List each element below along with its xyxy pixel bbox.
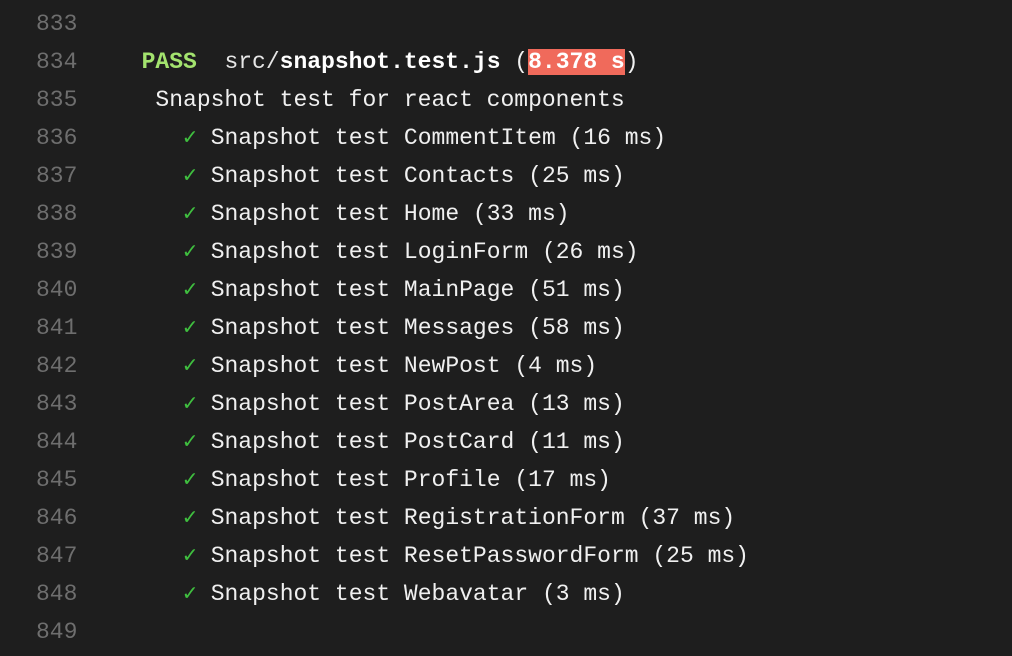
line-number: 847 — [36, 543, 78, 569]
test-result-text: Snapshot test Contacts (25 ms) — [210, 163, 625, 189]
open-paren: ( — [500, 49, 529, 75]
suite-name: Snapshot test for react components — [155, 87, 625, 113]
check-icon: ✓ — [183, 125, 197, 151]
log-line-blank-bottom: 849 — [0, 613, 1012, 651]
test-result-row: 846 ✓ Snapshot test RegistrationForm (37… — [0, 499, 1012, 537]
line-number: 842 — [36, 353, 78, 379]
line-number: 840 — [36, 277, 78, 303]
check-icon: ✓ — [183, 201, 197, 227]
check-icon: ✓ — [183, 277, 197, 303]
test-result-text: Snapshot test MainPage (51 ms) — [210, 277, 625, 303]
line-number: 837 — [36, 163, 78, 189]
test-file-name: snapshot.test.js — [279, 49, 501, 75]
check-icon: ✓ — [183, 391, 197, 417]
check-icon: ✓ — [183, 315, 197, 341]
test-result-text: Snapshot test PostCard (11 ms) — [210, 429, 625, 455]
close-paren: ) — [624, 49, 639, 75]
line-number: 838 — [36, 201, 78, 227]
check-icon: ✓ — [183, 429, 197, 455]
test-result-text: Snapshot test Profile (17 ms) — [210, 467, 611, 493]
test-result-row: 839 ✓ Snapshot test LoginForm (26 ms) — [0, 233, 1012, 271]
test-result-row: 844 ✓ Snapshot test PostCard (11 ms) — [0, 423, 1012, 461]
test-result-row: 847 ✓ Snapshot test ResetPasswordForm (2… — [0, 537, 1012, 575]
test-result-text: Snapshot test RegistrationForm (37 ms) — [210, 505, 736, 531]
test-result-text: Snapshot test CommentItem (16 ms) — [210, 125, 667, 151]
test-log: 833 834 PASS src/snapshot.test.js (8.378… — [0, 0, 1012, 656]
test-result-row: 848 ✓ Snapshot test Webavatar (3 ms) — [0, 575, 1012, 613]
slow-duration-badge: 8.378 s — [528, 49, 625, 75]
test-result-row: 837 ✓ Snapshot test Contacts (25 ms) — [0, 157, 1012, 195]
line-number: 849 — [36, 619, 78, 645]
check-icon: ✓ — [183, 353, 197, 379]
pass-status-badge: PASS — [141, 49, 197, 75]
test-file-dir: src/ — [224, 49, 280, 75]
test-result-row: 843 ✓ Snapshot test PostArea (13 ms) — [0, 385, 1012, 423]
line-number: 833 — [36, 11, 78, 37]
test-result-text: Snapshot test Home (33 ms) — [210, 201, 570, 227]
line-number: 836 — [36, 125, 78, 151]
test-result-text: Snapshot test ResetPasswordForm (25 ms) — [210, 543, 749, 569]
line-number: 844 — [36, 429, 78, 455]
check-icon: ✓ — [183, 163, 197, 189]
test-result-text: Snapshot test NewPost (4 ms) — [210, 353, 598, 379]
test-result-row: 836 ✓ Snapshot test CommentItem (16 ms) — [0, 119, 1012, 157]
log-line-pass-header: 834 PASS src/snapshot.test.js (8.378 s) — [0, 43, 1012, 81]
check-icon: ✓ — [183, 467, 197, 493]
line-number: 835 — [36, 87, 78, 113]
line-number: 839 — [36, 239, 78, 265]
check-icon: ✓ — [183, 581, 197, 607]
test-result-text: Snapshot test PostArea (13 ms) — [210, 391, 625, 417]
test-result-row: 840 ✓ Snapshot test MainPage (51 ms) — [0, 271, 1012, 309]
test-result-row: 838 ✓ Snapshot test Home (33 ms) — [0, 195, 1012, 233]
line-number: 841 — [36, 315, 78, 341]
test-result-row: 845 ✓ Snapshot test Profile (17 ms) — [0, 461, 1012, 499]
test-results-list: 836 ✓ Snapshot test CommentItem (16 ms) … — [0, 119, 1012, 613]
log-line-blank-top: 833 — [0, 5, 1012, 43]
check-icon: ✓ — [183, 543, 197, 569]
check-icon: ✓ — [183, 239, 197, 265]
test-result-text: Snapshot test LoginForm (26 ms) — [210, 239, 639, 265]
line-number: 846 — [36, 505, 78, 531]
test-result-text: Snapshot test Messages (58 ms) — [210, 315, 625, 341]
test-result-text: Snapshot test Webavatar (3 ms) — [210, 581, 625, 607]
test-result-row: 842 ✓ Snapshot test NewPost (4 ms) — [0, 347, 1012, 385]
test-result-row: 841 ✓ Snapshot test Messages (58 ms) — [0, 309, 1012, 347]
line-number: 843 — [36, 391, 78, 417]
line-number: 834 — [36, 49, 78, 75]
log-line-suite: 835 Snapshot test for react components — [0, 81, 1012, 119]
line-number: 845 — [36, 467, 78, 493]
check-icon: ✓ — [183, 505, 197, 531]
line-number: 848 — [36, 581, 78, 607]
